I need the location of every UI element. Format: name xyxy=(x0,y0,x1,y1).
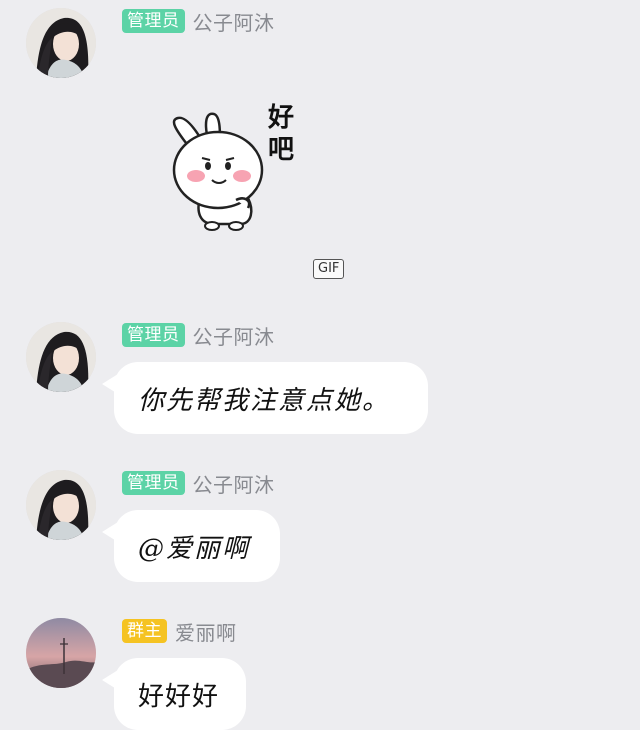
role-badge: 管理员 xyxy=(122,471,185,495)
chat-message: 管理员 公子阿沐 你先帮我注意点她。 xyxy=(0,318,640,448)
chat-message: 群主 爱丽啊 好好好 xyxy=(0,614,640,730)
message-meta: 管理员 公子阿沐 xyxy=(122,469,275,498)
message-bubble[interactable]: 好好好 xyxy=(114,658,246,730)
message-text: 好好好 xyxy=(138,681,220,712)
chat-message-list: 管理员 公子阿沐 好吧 GIF 管理员 公子阿沐 你先帮我注意点她。 管理员 公… xyxy=(0,0,640,730)
role-badge: 群主 xyxy=(122,619,167,643)
message-meta: 管理员 公子阿沐 xyxy=(122,321,275,350)
avatar[interactable] xyxy=(26,470,96,540)
avatar[interactable] xyxy=(26,322,96,392)
sender-nickname[interactable]: 公子阿沐 xyxy=(193,7,275,36)
gif-badge: GIF xyxy=(313,259,345,279)
chat-message: 管理员 公子阿沐 好吧 GIF xyxy=(0,0,640,300)
message-bubble[interactable]: 你先帮我注意点她。 xyxy=(114,362,428,434)
chat-message: 管理员 公子阿沐 @爱丽啊 xyxy=(0,466,640,596)
message-text: 你先帮我注意点她。 xyxy=(138,385,391,416)
message-meta: 群主 爱丽啊 xyxy=(122,617,237,646)
admin-avatar-icon xyxy=(26,8,96,78)
message-text: @爱丽啊 xyxy=(138,533,251,564)
message-meta: 管理员 公子阿沐 xyxy=(122,7,275,36)
sticker-caption: 好吧 xyxy=(267,103,294,165)
sender-nickname[interactable]: 爱丽啊 xyxy=(175,617,237,646)
sender-nickname[interactable]: 公子阿沐 xyxy=(193,469,275,498)
role-badge: 管理员 xyxy=(122,323,185,347)
admin-avatar-icon xyxy=(26,470,96,540)
admin-avatar-icon xyxy=(26,322,96,392)
avatar[interactable] xyxy=(26,8,96,78)
owner-avatar-icon xyxy=(26,618,96,688)
sender-nickname[interactable]: 公子阿沐 xyxy=(193,321,275,350)
avatar[interactable] xyxy=(26,618,96,688)
message-bubble[interactable]: @爱丽啊 xyxy=(114,510,280,582)
role-badge: 管理员 xyxy=(122,9,185,33)
